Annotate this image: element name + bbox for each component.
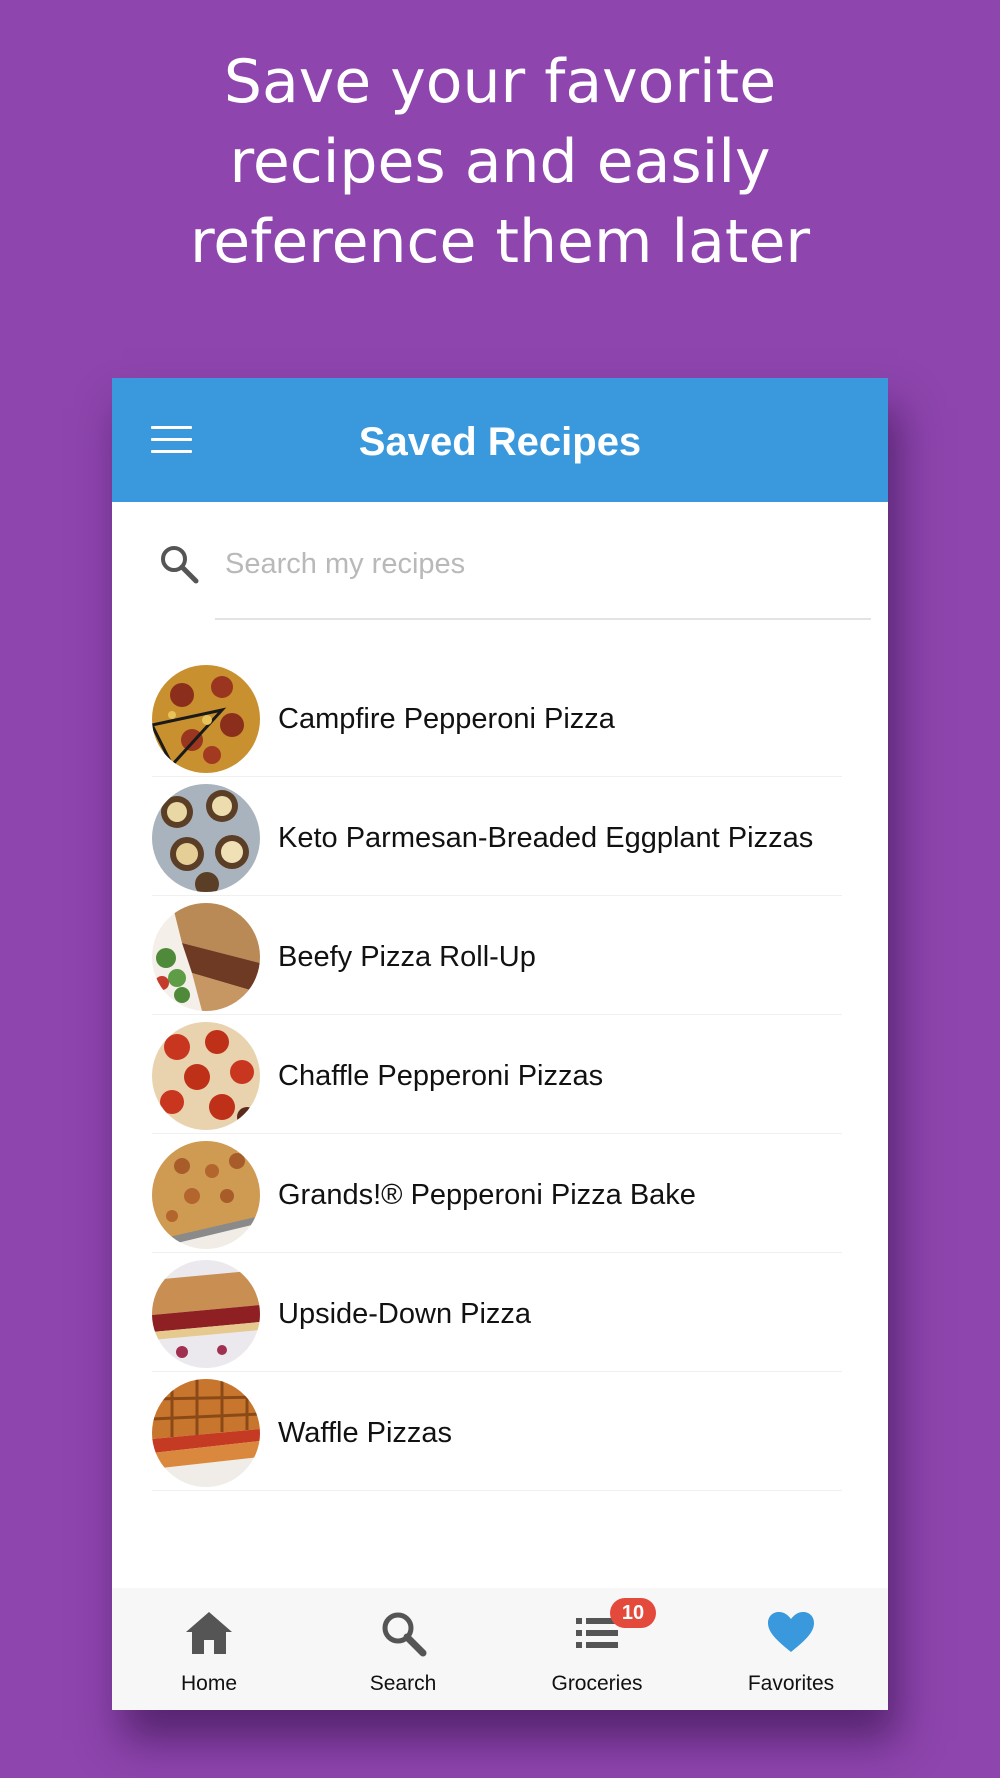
recipe-thumbnail: [152, 1022, 260, 1130]
heart-icon: [768, 1612, 814, 1652]
recipe-name: Campfire Pepperoni Pizza: [278, 703, 615, 735]
nav-label: Favorites: [747, 1672, 835, 1695]
home-icon: [186, 1612, 232, 1654]
page-title: Saved Recipes: [358, 420, 642, 464]
list-item[interactable]: Chaffle Pepperoni Pizzas: [152, 1015, 842, 1134]
list-item[interactable]: Grands!® Pepperoni Pizza Bake: [152, 1134, 842, 1253]
bottom-nav: Home Search 10 Groceries Favorites: [112, 1588, 888, 1710]
nav-label: Search: [369, 1672, 437, 1695]
nav-groceries[interactable]: 10 Groceries: [500, 1588, 694, 1710]
recipe-thumbnail: [152, 903, 260, 1011]
nav-favorites[interactable]: Favorites: [694, 1588, 888, 1710]
recipe-thumbnail: [152, 1260, 260, 1368]
list-item[interactable]: Campfire Pepperoni Pizza: [152, 658, 842, 777]
list-item[interactable]: Upside-Down Pizza: [152, 1253, 842, 1372]
nav-label: Home: [180, 1672, 238, 1695]
headline: Save your favorite recipes and easily re…: [189, 47, 811, 277]
list-item[interactable]: Beefy Pizza Roll-Up: [152, 896, 842, 1015]
groceries-count-badge: 10: [610, 1598, 656, 1628]
search-input[interactable]: [215, 532, 871, 596]
recipe-thumbnail: [152, 665, 260, 773]
search-icon: [161, 546, 199, 584]
hamburger-menu-icon[interactable]: [151, 425, 192, 455]
recipe-name: Waffle Pizzas: [278, 1417, 453, 1449]
recipe-thumbnail: [152, 784, 260, 892]
search-icon: [382, 1612, 427, 1657]
nav-search[interactable]: Search: [306, 1588, 500, 1710]
recipe-thumbnail: [152, 1379, 260, 1487]
app-bar: Saved Recipes: [112, 378, 888, 502]
search-underline: [215, 618, 871, 620]
nav-home[interactable]: Home: [112, 1588, 306, 1710]
recipe-list: Campfire Pepperoni Pizza Keto Parmesan-B…: [152, 658, 842, 1491]
nav-label: Groceries: [551, 1672, 643, 1695]
app-screen: Saved Recipes Search my recipes Campfire…: [112, 378, 888, 1710]
recipe-thumbnail: [152, 1141, 260, 1249]
recipe-name: Keto Parmesan-Breaded Eggplant Pizzas: [278, 822, 814, 854]
recipe-name: Upside-Down Pizza: [278, 1298, 532, 1330]
recipe-name: Chaffle Pepperoni Pizzas: [278, 1060, 604, 1092]
search-bar: [112, 502, 888, 642]
recipe-name: Grands!® Pepperoni Pizza Bake: [278, 1179, 696, 1211]
list-item[interactable]: Keto Parmesan-Breaded Eggplant Pizzas: [152, 777, 842, 896]
recipe-name: Beefy Pizza Roll-Up: [278, 941, 536, 973]
list-item[interactable]: Waffle Pizzas: [152, 1372, 842, 1491]
